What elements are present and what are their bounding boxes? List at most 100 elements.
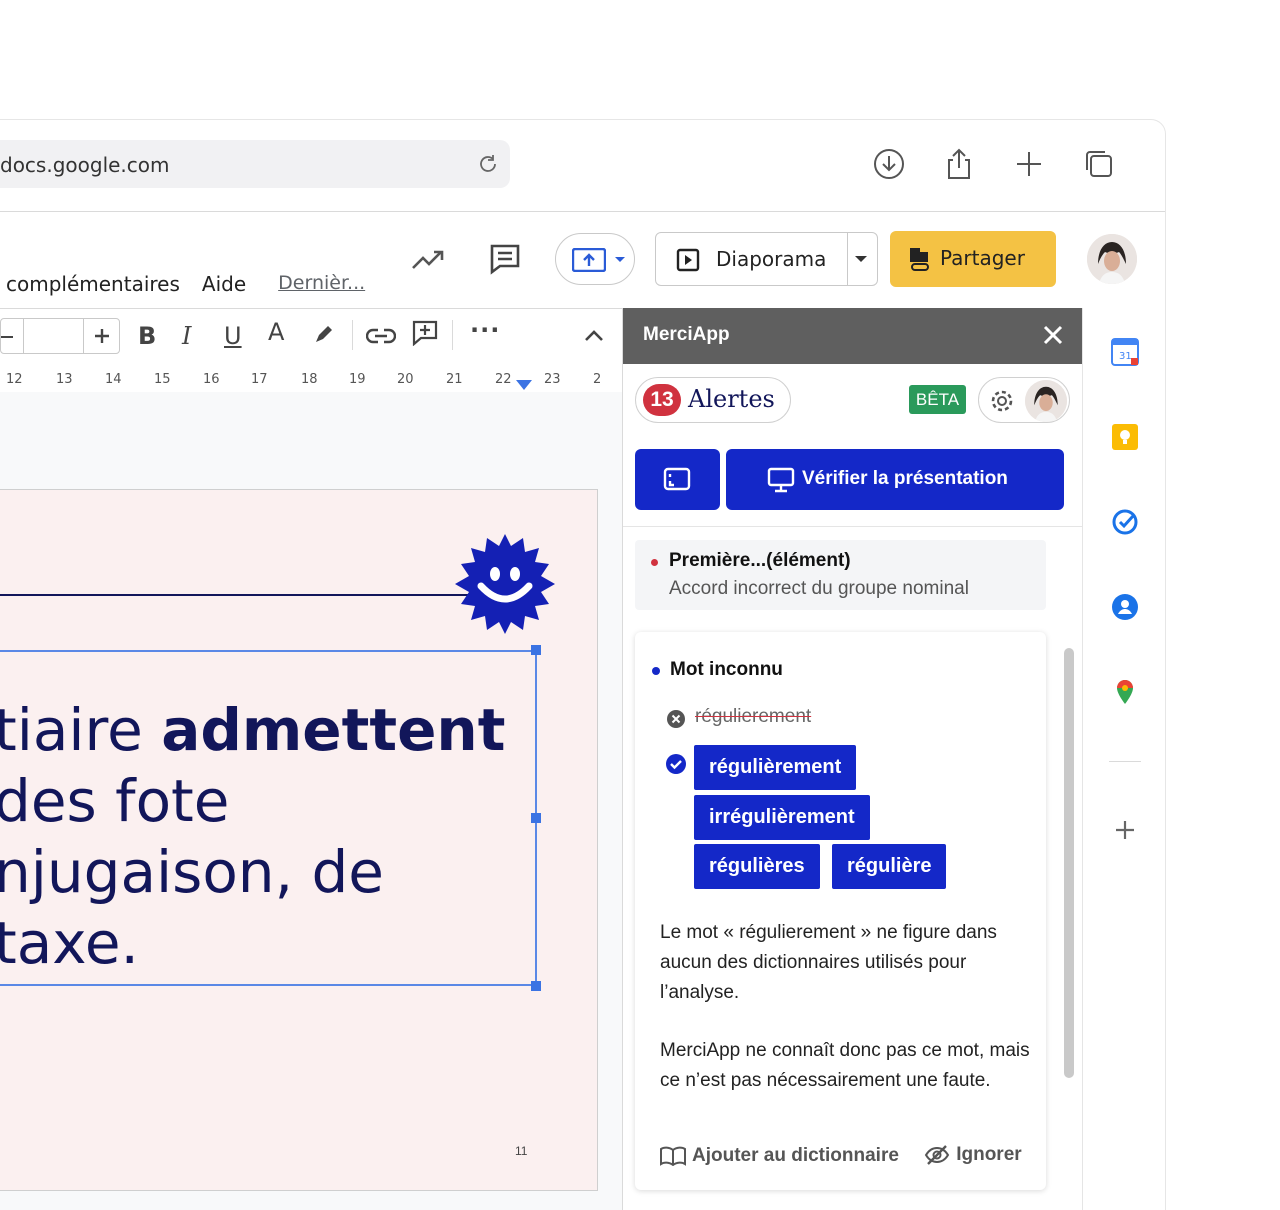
alerts-counter-button[interactable]: 13 Alertes xyxy=(635,377,791,423)
insert-link-icon[interactable] xyxy=(366,326,396,346)
reload-icon[interactable] xyxy=(476,152,500,176)
play-icon xyxy=(676,248,700,272)
activity-trend-icon[interactable] xyxy=(410,244,446,274)
gear-icon xyxy=(991,390,1013,412)
slide-decorative-line xyxy=(0,594,470,596)
share-label: Partager xyxy=(940,246,1025,270)
resize-handle-bottom-right[interactable] xyxy=(531,981,541,991)
ruler-tick: 15 xyxy=(154,372,171,387)
add-to-dictionary-button[interactable]: Ajouter au dictionnaire xyxy=(660,1145,899,1167)
comment-icon[interactable] xyxy=(488,242,522,276)
rail-divider xyxy=(1109,761,1141,762)
resize-handle-right[interactable] xyxy=(531,813,541,823)
share-sheet-icon[interactable] xyxy=(941,146,977,182)
italic-icon[interactable]: I xyxy=(182,322,191,350)
suggestion-chip[interactable]: régulière xyxy=(832,844,947,889)
browser-divider xyxy=(0,211,1165,212)
beta-badge: BÊTA xyxy=(909,385,966,414)
slideshow-button[interactable]: Diaporama xyxy=(655,232,878,286)
ruler-tick: 20 xyxy=(397,372,414,387)
slide-page-number: 11 xyxy=(515,1144,528,1158)
ruler-tick: 2 xyxy=(593,372,602,387)
alert-card-expanded: Mot inconnu régulierement régulièrement … xyxy=(635,632,1046,1190)
menu-item-help[interactable]: Aide xyxy=(202,272,246,296)
insert-comment-icon[interactable] xyxy=(412,320,438,346)
slideshow-label: Diaporama xyxy=(716,247,827,271)
text-color-icon[interactable]: A xyxy=(268,318,284,346)
share-button[interactable]: Partager xyxy=(890,231,1056,287)
add-to-dictionary-label: Ajouter au dictionnaire xyxy=(692,1145,899,1166)
book-icon xyxy=(660,1146,686,1166)
last-edit-link[interactable]: Dernièr... xyxy=(278,272,365,296)
slideshow-chevron-down-icon[interactable] xyxy=(854,255,868,263)
keep-icon[interactable] xyxy=(1111,423,1139,451)
alert-card-collapsed[interactable]: Première...(élément) Accord incorrect du… xyxy=(635,540,1046,610)
toolbar-divider xyxy=(0,308,622,309)
alert-title: Mot inconnu xyxy=(670,659,783,680)
tasks-icon[interactable] xyxy=(1111,508,1139,536)
calendar-icon[interactable]: 31 xyxy=(1111,338,1139,366)
reject-x-icon xyxy=(667,710,685,728)
verify-presentation-label: Vérifier la présentation xyxy=(802,468,1008,489)
slide[interactable]: tiaire admettent des fote njugaison, de … xyxy=(0,489,598,1191)
alert-type-dot xyxy=(652,667,660,675)
ruler-tick: 23 xyxy=(544,372,561,387)
expand-panel-button[interactable] xyxy=(635,449,720,510)
more-options-icon[interactable]: ··· xyxy=(470,316,500,344)
explanation-paragraph: MerciApp ne connaît donc pas ce mot, mai… xyxy=(660,1040,1030,1091)
url-text: docs.google.com xyxy=(0,153,170,177)
explanation-paragraph: Le mot « régulierement » ne figure dans … xyxy=(660,922,997,1003)
new-tab-icon[interactable] xyxy=(1011,146,1047,182)
ruler-tick: 22 xyxy=(495,372,512,387)
maps-icon[interactable] xyxy=(1111,678,1139,706)
side-apps-rail: 31 xyxy=(1082,308,1165,1210)
download-icon[interactable] xyxy=(871,146,907,182)
underline-icon[interactable]: U xyxy=(224,322,242,350)
slideshow-separator xyxy=(847,233,848,285)
menu-item-extensions[interactable]: complémentaires xyxy=(6,272,180,296)
alert-explanation: Le mot « régulierement » ne figure dans … xyxy=(660,918,1030,1124)
monitor-icon xyxy=(767,467,795,493)
suggestion-chip[interactable]: régulièrement xyxy=(694,745,857,790)
collapse-toolbar-chevron-up-icon[interactable] xyxy=(584,330,604,342)
suggestion-chip[interactable]: régulières xyxy=(694,844,820,889)
svg-text:31: 31 xyxy=(1119,351,1132,362)
settings-button[interactable] xyxy=(978,377,1070,423)
ruler-tick: 16 xyxy=(203,372,220,387)
alert-severity-dot xyxy=(651,559,658,566)
ignore-label: Ignorer xyxy=(956,1144,1022,1165)
alerts-label: Alertes xyxy=(688,385,775,413)
present-icon xyxy=(572,248,606,272)
add-addon-icon[interactable] xyxy=(1111,816,1139,844)
resize-handle-top-right[interactable] xyxy=(531,645,541,655)
tabs-overview-icon[interactable] xyxy=(1081,146,1117,182)
verify-presentation-button[interactable]: Vérifier la présentation xyxy=(726,449,1064,510)
formatting-toolbar: B I U A ··· xyxy=(0,316,622,358)
present-options-button[interactable] xyxy=(555,233,635,285)
panel-scrollbar[interactable] xyxy=(1064,648,1074,1078)
merciapp-title: MerciApp xyxy=(643,324,730,345)
indent-marker-icon[interactable] xyxy=(516,380,532,390)
ruler: 12 13 14 15 16 17 18 19 20 21 22 23 2 xyxy=(0,368,612,392)
browser-window: docs.google.com complémentaires Aide Der… xyxy=(0,120,1165,1210)
close-icon[interactable] xyxy=(1040,322,1066,348)
expand-icon xyxy=(663,467,691,491)
text-selection-box[interactable] xyxy=(0,650,537,986)
merciapp-panel: MerciApp 13 Alertes BÊTA Vérifier la pré… xyxy=(622,308,1082,1210)
user-avatar[interactable] xyxy=(1087,234,1137,284)
ruler-tick: 12 xyxy=(6,372,23,387)
check-circle-icon xyxy=(666,754,686,774)
ignore-button[interactable]: Ignorer xyxy=(924,1144,1022,1166)
misspelled-word: régulierement xyxy=(695,706,812,727)
ruler-tick: 18 xyxy=(301,372,318,387)
suggestion-chip[interactable]: irrégulièrement xyxy=(694,795,870,840)
highlight-pen-icon[interactable] xyxy=(312,322,336,346)
ruler-tick: 13 xyxy=(56,372,73,387)
address-bar[interactable]: docs.google.com xyxy=(0,140,510,188)
building-link-icon xyxy=(910,248,929,271)
contacts-icon[interactable] xyxy=(1111,593,1139,621)
font-size-decrease-icon[interactable] xyxy=(1,336,13,338)
font-size-increase-icon[interactable] xyxy=(95,329,109,343)
bold-icon[interactable]: B xyxy=(138,322,156,350)
font-size-control xyxy=(0,318,120,354)
